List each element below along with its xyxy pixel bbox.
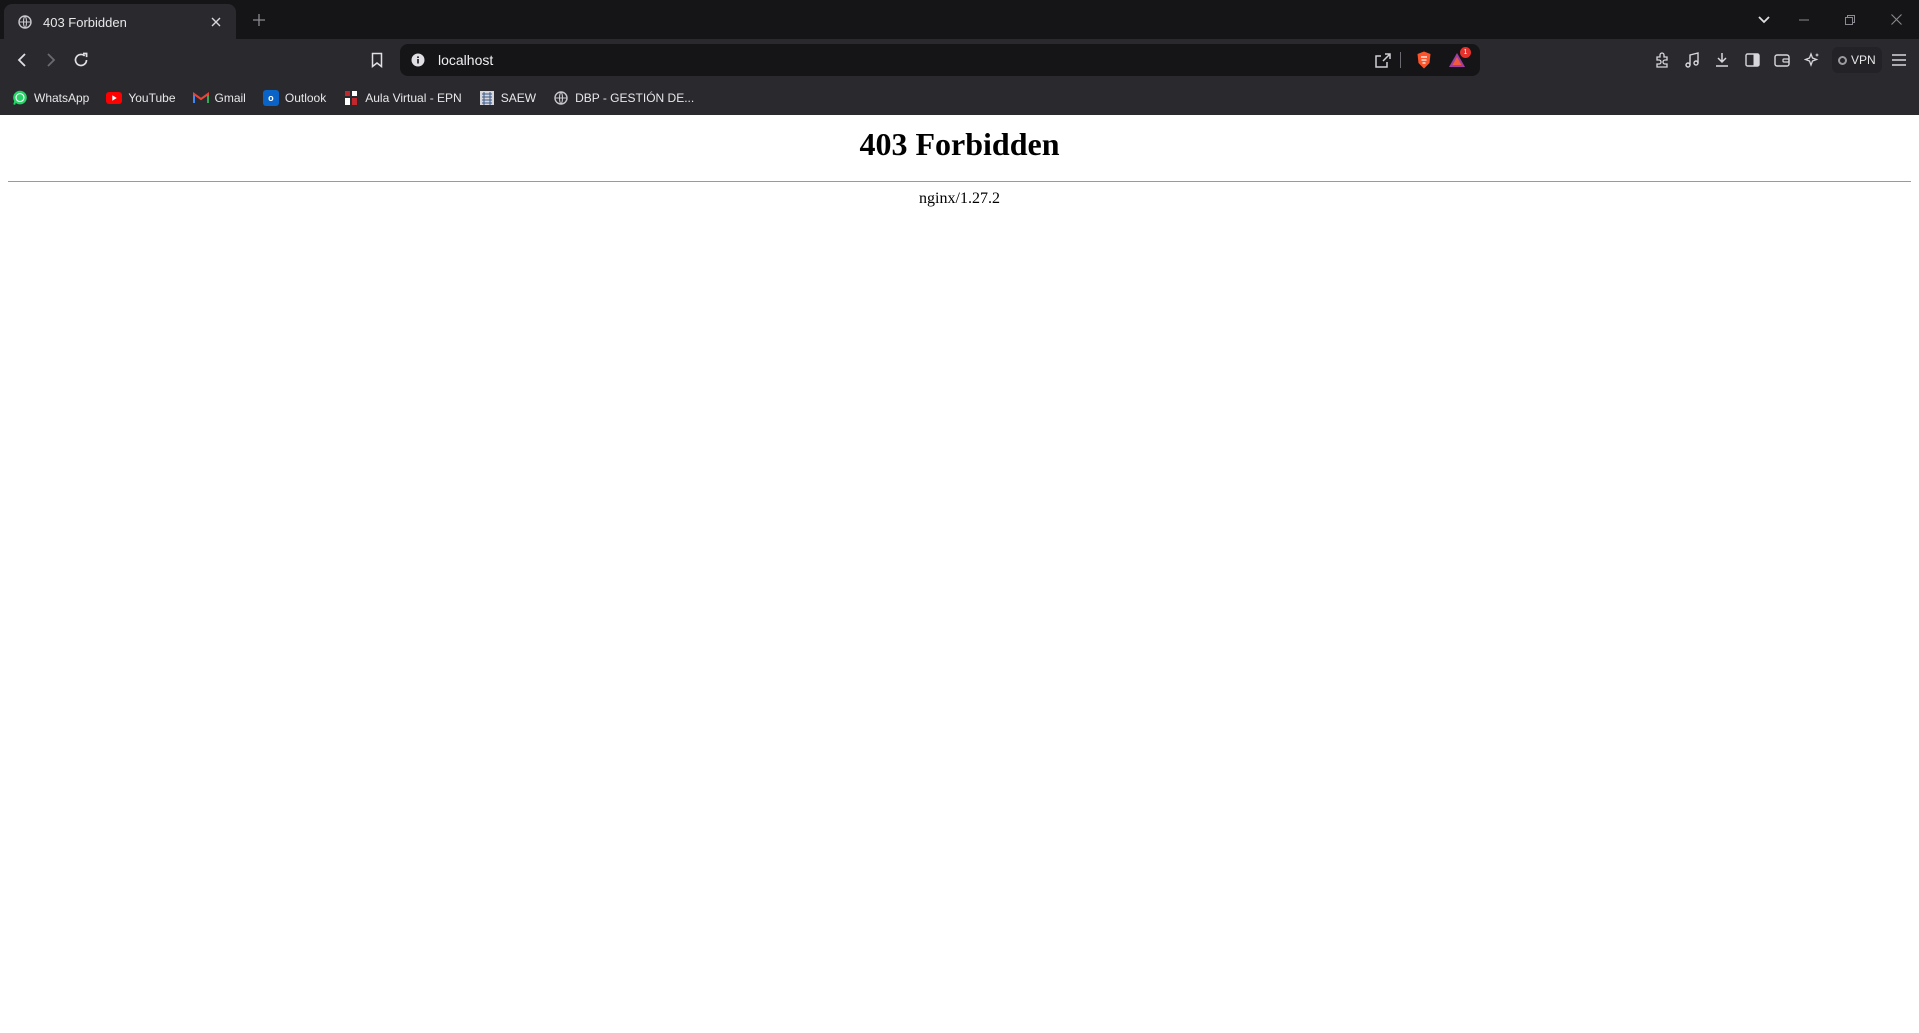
download-icon[interactable]	[1709, 47, 1735, 73]
bookmarks-bar: WhatsApp YouTube Gmail o Outlook Aula Vi…	[0, 81, 1919, 115]
share-icon[interactable]	[1372, 50, 1394, 70]
gmail-icon	[192, 90, 209, 106]
vpn-label: VPN	[1851, 53, 1876, 67]
globe-icon	[16, 13, 34, 31]
tab-strip: 403 Forbidden	[0, 0, 1919, 40]
epn-icon	[343, 90, 359, 106]
page-content: 403 Forbidden nginx/1.27.2	[0, 115, 1919, 1033]
chevron-down-icon[interactable]	[1752, 9, 1776, 31]
bookmark-label: Gmail	[214, 91, 246, 105]
forward-icon[interactable]	[37, 47, 65, 73]
extensions-icon[interactable]	[1649, 47, 1675, 73]
server-signature: nginx/1.27.2	[919, 190, 1000, 207]
divider	[8, 181, 1911, 182]
bookmark-label: Outlook	[284, 91, 327, 105]
close-tab-icon[interactable]	[206, 12, 226, 32]
restore-icon[interactable]	[1827, 0, 1873, 39]
sidebar-icon[interactable]	[1739, 47, 1765, 73]
brave-rewards-icon[interactable]: 1	[1446, 47, 1471, 71]
bookmark-label: Aula Virtual - EPN	[365, 91, 462, 105]
bookmark-label: SAEW	[500, 91, 537, 105]
whatsapp-icon	[12, 90, 28, 106]
page-title: 403 Forbidden	[859, 126, 1060, 162]
back-icon[interactable]	[8, 47, 36, 73]
bookmark-outlook[interactable]: o Outlook	[261, 85, 332, 111]
outlook-icon: o	[262, 90, 279, 106]
menu-icon[interactable]	[1886, 47, 1912, 73]
notification-badge: 1	[1460, 47, 1471, 58]
bookmark-label: WhatsApp	[34, 91, 90, 105]
bookmark-whatsapp[interactable]: WhatsApp	[10, 85, 95, 111]
bookmark-aula-virtual[interactable]: Aula Virtual - EPN	[341, 85, 468, 111]
url-text[interactable]: localhost	[438, 52, 493, 68]
info-icon[interactable]	[408, 50, 428, 70]
vpn-button[interactable]: VPN	[1832, 47, 1882, 73]
active-tab[interactable]: 403 Forbidden	[4, 4, 236, 40]
bookmark-label: YouTube	[128, 91, 176, 105]
close-window-icon[interactable]	[1873, 0, 1919, 39]
minimize-icon[interactable]	[1781, 0, 1827, 39]
bookmark-saew[interactable]: SAEW	[477, 85, 542, 111]
bookmark-dbp[interactable]: DBP - GESTIÓN DE...	[551, 85, 700, 111]
saew-icon	[479, 90, 495, 106]
youtube-icon	[106, 90, 123, 106]
window-controls	[1781, 0, 1919, 39]
bookmark-gmail[interactable]: Gmail	[191, 85, 252, 111]
leo-ai-icon[interactable]	[1799, 47, 1825, 73]
omnibox-divider	[1400, 52, 1401, 68]
wallet-icon[interactable]	[1769, 47, 1795, 73]
toolbar: localhost 1 VPN	[0, 39, 1919, 81]
bookmark-youtube[interactable]: YouTube	[104, 85, 181, 111]
address-bar[interactable]: localhost 1	[400, 44, 1480, 76]
globe-icon	[553, 90, 569, 106]
tab-title: 403 Forbidden	[43, 14, 127, 30]
music-playlist-icon[interactable]	[1679, 47, 1705, 73]
new-tab-button[interactable]	[248, 9, 270, 31]
vpn-status-icon	[1838, 55, 1847, 65]
reload-icon[interactable]	[67, 47, 95, 73]
bookmark-icon[interactable]	[363, 47, 391, 73]
brave-shields-icon[interactable]	[1413, 49, 1435, 71]
bookmark-label: DBP - GESTIÓN DE...	[575, 91, 695, 105]
